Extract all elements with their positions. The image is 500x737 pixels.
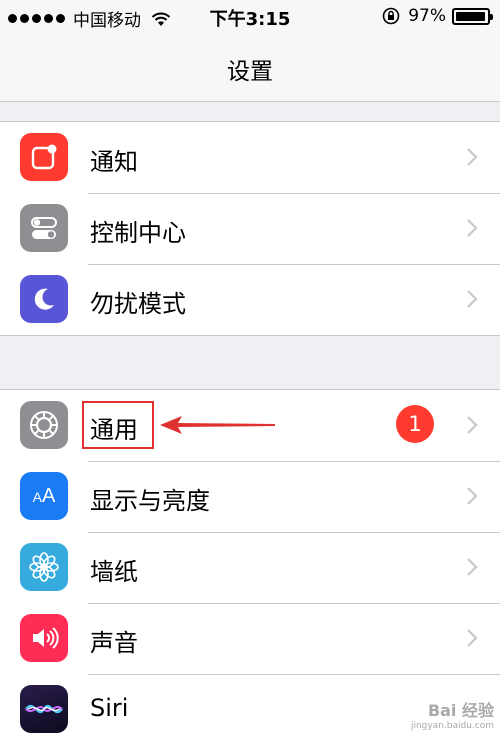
page-title: 设置	[227, 59, 273, 85]
status-bar: 中国移动 下午3:15 97%	[0, 0, 500, 34]
battery-icon	[452, 7, 493, 25]
settings-row-sounds[interactable]: 声音	[0, 603, 500, 674]
control-center-icon	[20, 204, 68, 252]
settings-row-label: Siri	[90, 694, 129, 722]
settings-row-label: 墙纸	[90, 558, 138, 586]
navigation-bar: 设置	[0, 34, 500, 102]
display-brightness-icon: AA	[20, 472, 68, 520]
settings-row-control-center[interactable]: 控制中心	[0, 193, 500, 264]
annotation-highlight-box	[82, 401, 154, 449]
settings-row-label: 通知	[90, 148, 138, 176]
settings-group-1: 通知 控制中心 勿扰模式	[0, 121, 500, 336]
battery-percent: 97%	[408, 6, 446, 26]
settings-row-do-not-disturb[interactable]: 勿扰模式	[0, 264, 500, 335]
annotation-arrow-icon	[160, 416, 275, 434]
settings-row-label: 声音	[90, 629, 138, 657]
settings-row-wallpaper[interactable]: 墙纸	[0, 532, 500, 603]
settings-row-display-brightness[interactable]: AA 显示与亮度	[0, 461, 500, 532]
watermark: Bai 经验 jingyan.baidu.com	[411, 697, 494, 731]
sound-icon	[20, 614, 68, 662]
settings-group-2: 通用 1 AA 显示与亮度 墙纸 声音 Siri	[0, 389, 500, 737]
chevron-right-icon	[467, 219, 478, 237]
chevron-right-icon	[467, 558, 478, 576]
moon-icon	[20, 275, 68, 323]
watermark-url: jingyan.baidu.com	[410, 721, 494, 731]
settings-row-label: 显示与亮度	[90, 487, 210, 515]
status-right: 97%	[382, 6, 493, 26]
rotation-lock-icon	[382, 7, 400, 25]
settings-row-label: 勿扰模式	[90, 290, 186, 318]
settings-row-label: 控制中心	[90, 219, 186, 247]
notification-badge: 1	[396, 405, 434, 443]
watermark-brand: Bai 经验	[427, 701, 494, 720]
wallpaper-icon	[20, 543, 68, 591]
gear-icon	[20, 401, 68, 449]
chevron-right-icon	[467, 290, 478, 308]
chevron-right-icon	[467, 487, 478, 505]
chevron-right-icon	[467, 148, 478, 166]
settings-row-notifications[interactable]: 通知	[0, 122, 500, 193]
chevron-right-icon	[467, 629, 478, 647]
notifications-icon	[20, 133, 68, 181]
battery-fill	[456, 11, 486, 21]
siri-icon	[20, 685, 68, 733]
chevron-right-icon	[467, 416, 478, 434]
